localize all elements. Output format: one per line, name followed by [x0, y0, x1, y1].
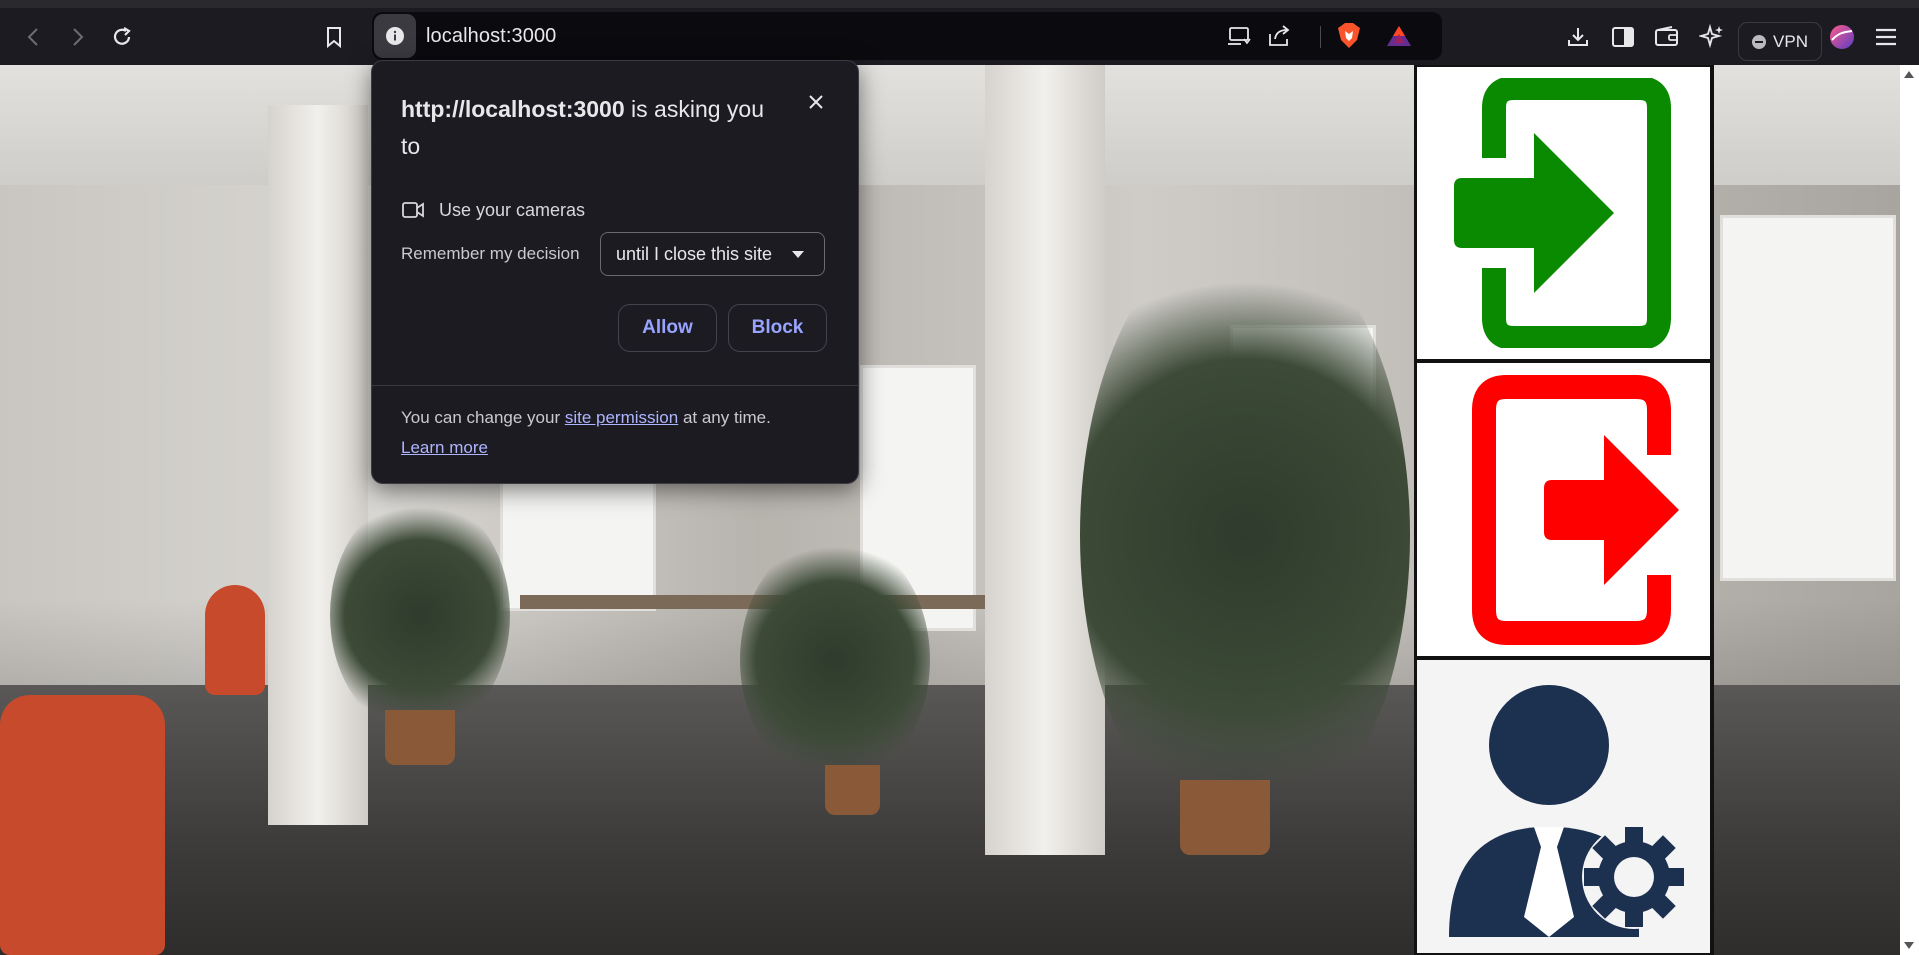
remember-decision-value: until I close this site [616, 243, 773, 264]
permission-request-row: Use your cameras [401, 195, 585, 225]
browser-toolbar: localhost:3000 VPN [0, 8, 1919, 65]
brave-shields-icon[interactable] [1330, 17, 1368, 55]
back-icon[interactable] [15, 18, 53, 56]
office-plant [330, 495, 510, 735]
permission-footer: You can change your site permission at a… [401, 403, 841, 463]
sidebar-icon[interactable] [1604, 18, 1642, 56]
red-chair [205, 585, 265, 695]
menu-icon[interactable] [1867, 18, 1905, 56]
footer-suffix: at any time. [682, 408, 771, 427]
page-scrollbar[interactable] [1900, 65, 1919, 955]
remember-decision-select[interactable]: until I close this site [600, 232, 825, 276]
site-permission-link[interactable]: site permission [565, 408, 678, 427]
camera-permission-prompt: http://localhost:3000 is asking you to U… [371, 60, 859, 484]
close-icon[interactable] [801, 87, 831, 117]
share-icon[interactable] [1261, 17, 1299, 55]
plant-pot [1180, 780, 1270, 855]
bookmark-icon[interactable] [315, 18, 353, 56]
address-bar[interactable]: localhost:3000 [372, 12, 1442, 60]
cast-icon[interactable] [1221, 17, 1259, 55]
vpn-label: VPN [1773, 31, 1808, 51]
leo-ai-icon[interactable] [1693, 18, 1731, 56]
download-icon[interactable] [1559, 18, 1597, 56]
block-button[interactable]: Block [728, 304, 827, 352]
site-info-icon[interactable] [374, 14, 416, 58]
permission-title: http://localhost:3000 is asking you to [401, 91, 781, 165]
office-plant [1080, 225, 1410, 845]
login-tile[interactable] [1417, 67, 1710, 359]
office-plant [740, 535, 930, 785]
profile-icon[interactable] [1823, 18, 1861, 56]
permission-divider [372, 385, 858, 386]
vpn-icon [1752, 34, 1767, 49]
admin-user-settings-icon [1448, 684, 1686, 937]
action-tile-strip [1414, 65, 1714, 955]
scroll-up-arrow-icon[interactable] [1904, 71, 1914, 78]
permission-origin: http://localhost:3000 [401, 96, 625, 122]
permission-request-text: Use your cameras [439, 199, 586, 220]
office-window [1720, 215, 1896, 581]
omnibox-separator [1320, 26, 1321, 48]
admin-settings-tile[interactable] [1417, 660, 1710, 953]
plant-pot [825, 765, 880, 815]
page-background-photo [0, 65, 1900, 955]
office-pillar [268, 105, 368, 825]
vpn-button[interactable]: VPN [1738, 22, 1822, 61]
chevron-down-icon [792, 251, 804, 258]
window-top-strip [0, 0, 1919, 8]
brave-rewards-icon[interactable] [1380, 17, 1418, 55]
plant-pot [385, 710, 455, 765]
wallet-icon[interactable] [1648, 18, 1686, 56]
camera-icon [402, 202, 424, 218]
allow-button[interactable]: Allow [618, 304, 717, 352]
logout-tile[interactable] [1417, 363, 1710, 656]
login-icon [1453, 78, 1671, 348]
logout-icon [1471, 374, 1679, 645]
footer-prefix: You can change your [401, 408, 561, 427]
remember-decision-label: Remember my decision [401, 244, 580, 263]
url-text[interactable]: localhost:3000 [426, 25, 556, 48]
scroll-down-arrow-icon[interactable] [1904, 942, 1914, 949]
reload-icon[interactable] [103, 18, 141, 56]
forward-icon[interactable] [58, 18, 96, 56]
red-chair [0, 695, 165, 955]
learn-more-link[interactable]: Learn more [401, 438, 488, 457]
